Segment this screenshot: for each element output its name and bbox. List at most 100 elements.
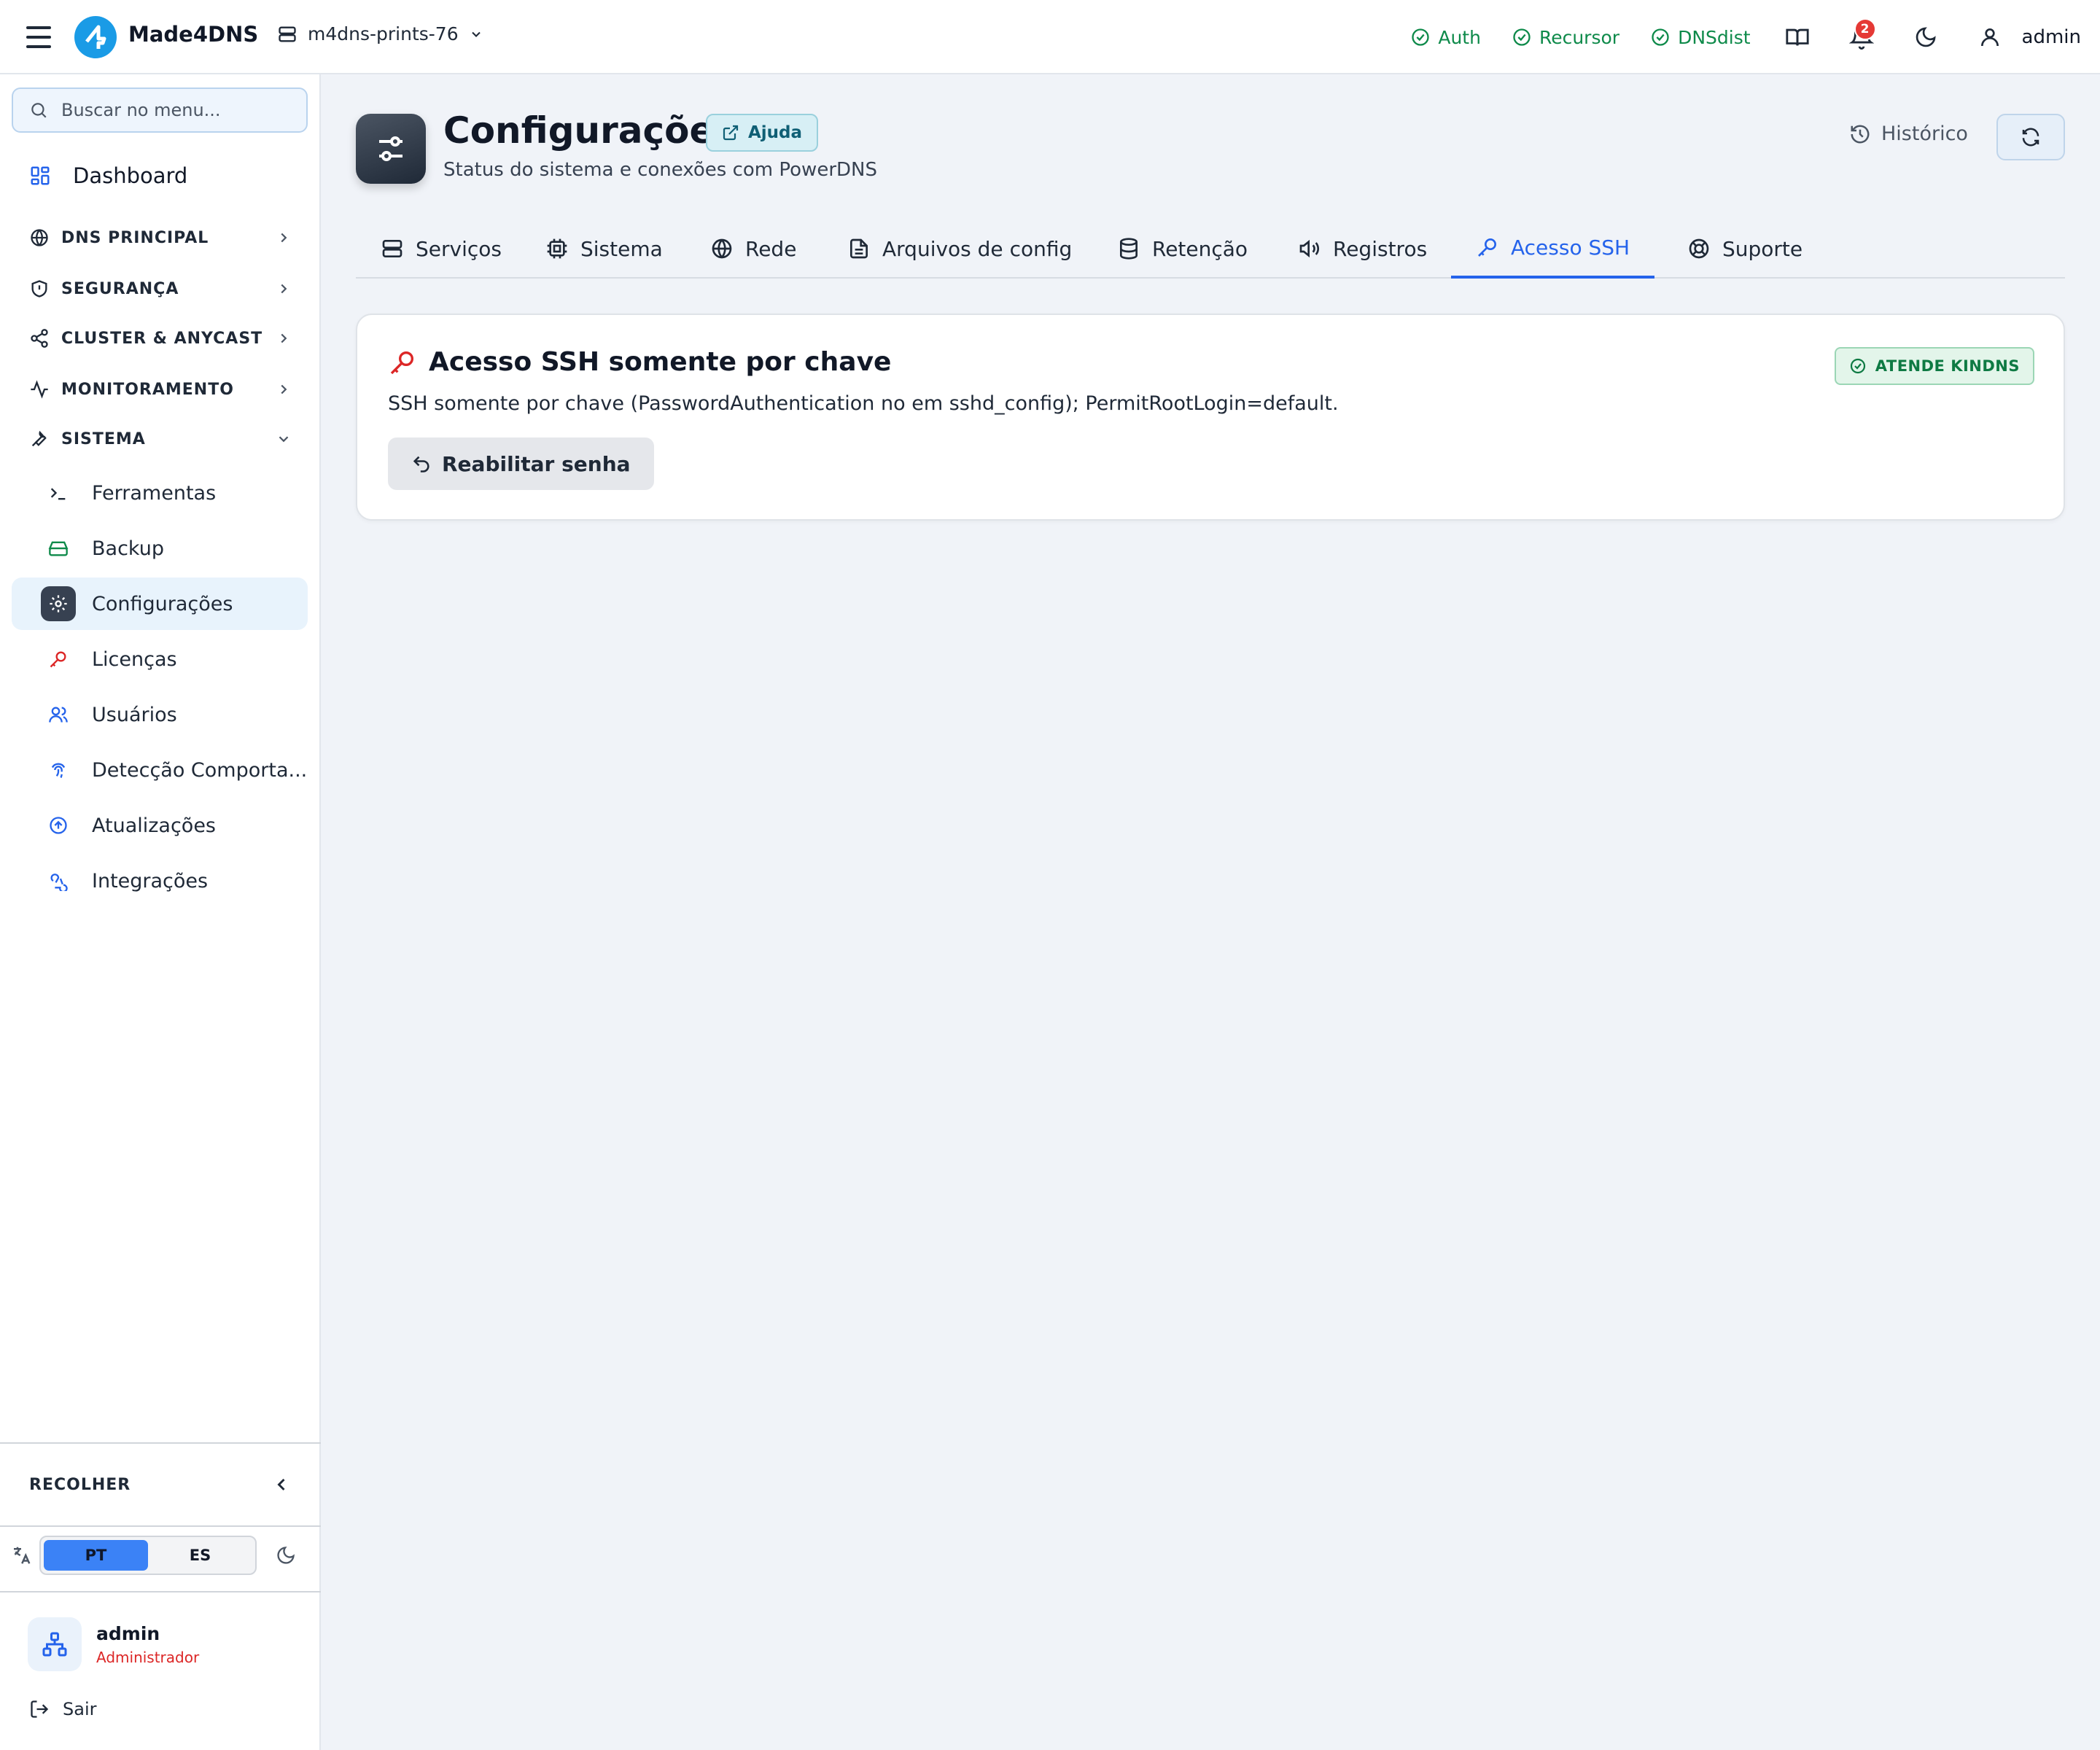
menu-icon[interactable] [26,26,51,48]
sidebar-item-atualizacoes[interactable]: Atualizações [12,799,308,852]
tab-suporte[interactable]: Suporte [1662,219,1827,279]
status-recursor[interactable]: Recursor [1512,27,1619,48]
ssh-key-only-card: Acesso SSH somente por chave ATENDE KIND… [356,314,2065,521]
sidebar-item-deteccao-comportamental[interactable]: Detecção Comporta... [12,744,308,796]
avatar [28,1617,82,1671]
user-icon[interactable] [1974,21,2006,53]
language-pt-button[interactable]: PT [44,1540,148,1571]
chevron-down-icon [471,31,481,37]
sidebar-section-cluster-anycast[interactable]: CLUSTER & ANYCAST [29,328,292,349]
sidebar-item-label: Atualizações [92,814,217,837]
sidebar-item-licencas[interactable]: Licenças [12,633,308,685]
fingerprint-icon [47,758,70,782]
terminal-icon [47,481,70,505]
reenable-password-button[interactable]: Reabilitar senha [388,438,654,490]
sidebar-item-backup[interactable]: Backup [12,522,308,575]
sidebar-section-sistema[interactable]: SISTEMA [29,429,292,449]
brand-name: Made4DNS [128,22,259,47]
refresh-icon [2022,128,2039,147]
chevron-left-icon [277,1478,285,1491]
dashboard-grid-icon [31,166,50,185]
sidebar-item-label: Configurações [92,592,233,615]
sliders-icon [356,114,426,184]
history-button[interactable]: Histórico [1849,122,1968,145]
history-label: Histórico [1881,122,1968,145]
page-title: Configurações [443,109,736,152]
sidebar-item-configuracoes[interactable]: Configurações [12,578,308,630]
status-recursor-label: Recursor [1539,26,1620,48]
tab-servicos[interactable]: Serviços [356,219,526,279]
sidebar-search[interactable] [12,88,308,133]
tab-acesso-ssh[interactable]: Acesso SSH [1451,219,1655,279]
sidebar-item-ferramentas[interactable]: Ferramentas [12,467,308,519]
status-dnsdist-label: DNSdist [1678,26,1751,48]
users-icon [47,703,70,726]
sidebar-item-label: Licenças [92,648,177,671]
divider [0,1525,321,1527]
sidebar-item-usuarios[interactable]: Usuários [12,688,308,741]
key-icon [1478,238,1496,257]
status-auth[interactable]: Auth [1410,27,1481,48]
help-button[interactable]: Ajuda [706,114,819,152]
server-icon [279,26,296,42]
shield-icon [31,280,47,298]
moon-icon[interactable] [276,1545,296,1566]
logout-icon [31,1700,49,1718]
brand-logo-icon[interactable] [74,16,117,58]
logout-label: Sair [63,1699,97,1719]
docs-book-icon[interactable] [1781,21,1813,53]
tab-rede[interactable]: Rede [685,219,821,279]
share-nodes-icon [31,329,48,348]
sidebar-section-seguranca[interactable]: SEGURANÇA [29,279,292,299]
tab-label: Retenção [1152,236,1248,261]
sidebar-section-monitoramento[interactable]: MONITORAMENTO [29,379,292,400]
tab-label: Registros [1333,236,1428,261]
tab-sistema[interactable]: Sistema [521,219,688,279]
reenable-password-label: Reabilitar senha [442,451,631,476]
status-dnsdist[interactable]: DNSdist [1650,26,1751,48]
user-card[interactable]: admin Administrador [28,1617,199,1671]
cpu-icon [547,238,567,259]
header-username[interactable]: admin [2022,26,2081,48]
collapse-sidebar-button[interactable]: RECOLHER [29,1474,292,1495]
tab-label: Acesso SSH [1511,235,1630,260]
hard-drive-icon [47,537,70,560]
tab-bar: Serviços Sistema Rede Arquivos de config… [356,219,2065,279]
translate-icon [14,1547,31,1564]
tab-arquivos-de-config[interactable]: Arquivos de config [822,219,1097,279]
activity-icon [31,380,48,399]
tab-retencao[interactable]: Retenção [1092,219,1272,279]
logout-button[interactable]: Sair [29,1699,96,1719]
bell-icon[interactable]: 2 [1846,18,1878,53]
sidebar-section-label: DNS PRINCIPAL [61,228,209,247]
help-label: Ajuda [748,123,803,142]
sidebar-item-label: Detecção Comporta... [92,758,308,782]
divider [0,1442,321,1444]
sidebar-item-integracoes[interactable]: Integrações [12,855,308,907]
sidebar: Dashboard DNS PRINCIPAL SEGURANÇA CLUSTE… [0,74,321,1750]
sidebar-item-label: Usuários [92,703,177,726]
status-auth-label: Auth [1438,26,1481,48]
sidebar-section-label: SEGURANÇA [61,279,179,298]
key-icon [390,351,413,374]
language-es-button[interactable]: ES [148,1540,252,1571]
refresh-button[interactable] [1996,114,2065,160]
sidebar-item-label: Backup [92,537,164,560]
user-role: Administrador [96,1648,200,1666]
sidebar-item-dashboard-label: Dashboard [73,163,188,188]
tab-label: Sistema [580,236,663,261]
database-icon [1120,238,1138,260]
tab-registros[interactable]: Registros [1273,219,1452,279]
top-bar: Made4DNS m4dns-prints-76 Auth Recursor D… [0,0,2100,74]
life-buoy-icon [1689,238,1709,259]
network-icon [42,1632,67,1657]
check-circle-icon [1412,28,1430,46]
search-input[interactable] [61,100,295,120]
sidebar-item-dashboard[interactable]: Dashboard [29,163,187,188]
key-icon [47,648,70,671]
server-selector[interactable]: m4dns-prints-76 [277,23,483,44]
moon-icon[interactable] [1910,21,1942,53]
sidebar-section-dns-principal[interactable]: DNS PRINCIPAL [29,228,292,248]
globe-icon [712,238,732,259]
server-name: m4dns-prints-76 [308,23,459,44]
